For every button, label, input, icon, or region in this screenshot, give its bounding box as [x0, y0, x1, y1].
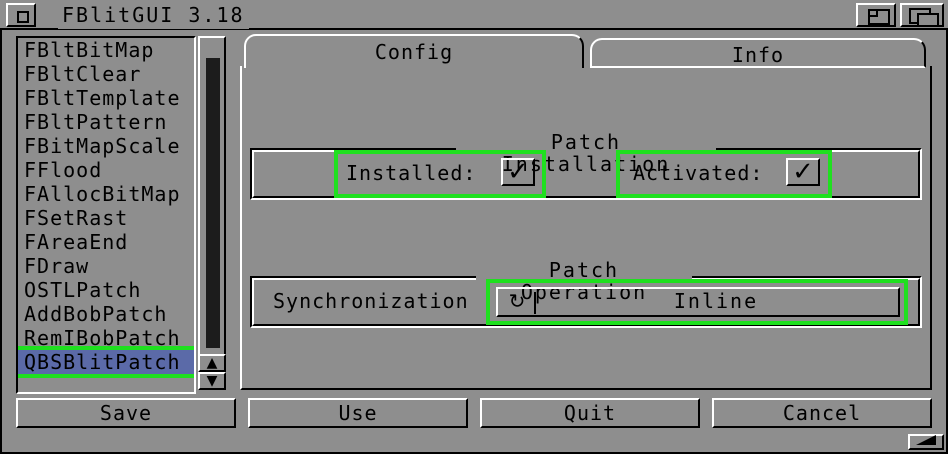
config-panel: [240, 66, 932, 390]
arrow-down-icon: ▼: [206, 373, 218, 389]
activated-label: Activated:: [633, 161, 764, 185]
depth-icon[interactable]: [900, 3, 944, 27]
quit-button[interactable]: Quit: [480, 398, 700, 428]
window-title: FBlitGUI 3.18: [58, 1, 249, 29]
cycle-icon[interactable]: ↻: [500, 289, 534, 315]
list-item[interactable]: FBltBitMap: [18, 38, 194, 62]
tab-config[interactable]: Config: [244, 34, 584, 68]
cycle-divider: [534, 292, 536, 314]
patch-installation-title: Patch Installation: [456, 131, 716, 175]
close-icon[interactable]: [6, 3, 36, 27]
activated-checkbox[interactable]: ✓: [786, 158, 820, 186]
list-item[interactable]: FDraw: [18, 254, 194, 278]
patch-operation-title: Patch Operation: [476, 259, 692, 303]
tab-info[interactable]: Info: [590, 38, 926, 68]
list-item[interactable]: FBltClear: [18, 62, 194, 86]
list-item[interactable]: FBitMapScale: [18, 134, 194, 158]
arrow-up-icon: ▲: [206, 355, 218, 371]
list-item[interactable]: AddBobPatch: [18, 302, 194, 326]
list-item[interactable]: FAllocBitMap: [18, 182, 194, 206]
list-item-selected[interactable]: QBSBlitPatch: [18, 346, 194, 378]
use-button[interactable]: Use: [248, 398, 468, 428]
title-bar[interactable]: FBlitGUI 3.18: [0, 0, 948, 30]
scroll-down-button[interactable]: ▼: [198, 372, 226, 390]
save-button[interactable]: Save: [16, 398, 236, 428]
installed-checkbox[interactable]: ✓: [501, 158, 535, 186]
synchronization-value[interactable]: Inline: [538, 288, 894, 314]
resize-icon[interactable]: [908, 434, 944, 450]
list-item[interactable]: FBltPattern: [18, 110, 194, 134]
cancel-button[interactable]: Cancel: [712, 398, 932, 428]
list-item[interactable]: FAreaEnd: [18, 230, 194, 254]
scroll-up-button[interactable]: ▲: [198, 354, 226, 372]
list-item[interactable]: RemIBobPatch: [18, 326, 194, 350]
checkmark-icon: ✓: [792, 157, 814, 187]
list-item[interactable]: FSetRast: [18, 206, 194, 230]
list-item[interactable]: OSTLPatch: [18, 278, 194, 302]
list-item[interactable]: FBltTemplate: [18, 86, 194, 110]
synchronization-label: Synchronization: [273, 289, 469, 313]
checkmark-icon: ✓: [507, 157, 529, 187]
installed-label: Installed:: [346, 161, 477, 185]
list-item[interactable]: FFlood: [18, 158, 194, 182]
scrollbar-knob[interactable]: [206, 58, 220, 348]
zoom-icon[interactable]: [856, 3, 896, 27]
patch-list[interactable]: FBltBitMap FBltClear FBltTemplate FBltPa…: [16, 36, 196, 394]
